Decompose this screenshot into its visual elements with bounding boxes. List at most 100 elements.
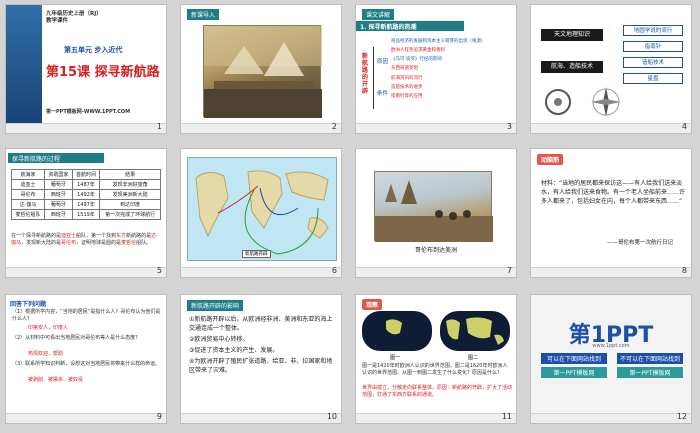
question-text: （1）根据所学内容，“当地的居民”是指什么人？哥伦布认为他们是什么人？ [12, 309, 161, 322]
table-cell: 西班牙 [44, 209, 73, 220]
table-header: 结果 [99, 169, 161, 180]
world-map-image [440, 311, 510, 351]
section-heading: 1. 探寻新航路的热潮 [356, 21, 464, 31]
answer-text: 世界由孤立、分散走向联系整体。原因：新航路的开辟，扩大了活动范围，打通了东西方联… [362, 385, 513, 398]
summary-text: 在一个探寻新航路的是迪亚士船队，第一个找到东方新航路的是达·伽马，发现新大陆的是… [11, 233, 158, 246]
vertical-label: 新航路的开辟 [362, 53, 369, 95]
knowledge-item: 地圆学说的流行 [623, 25, 683, 36]
slide-footer-bar [356, 123, 516, 133]
slide-footer-bar [531, 267, 691, 277]
table-cell: 达·伽马 [10, 199, 46, 210]
slide-number: 5 [156, 266, 162, 275]
table-cell: 发现美洲新大陆 [99, 189, 161, 200]
slide-decoration [6, 5, 42, 133]
slide-number: 1 [156, 122, 162, 131]
quote-text: 材料：“当地的居民都来探访这——有人给我们送来淡水，有人给我们送来食物。有一个老… [541, 180, 686, 205]
question-text: （2）从材料中可看出当地居民对哥伦布等人是什么态度？ [12, 335, 141, 341]
impact-item: ③促进了资本主义的产生、发展。 [189, 347, 279, 354]
slide-thumbnail[interactable]: 哥伦布到达美洲 7 [355, 148, 517, 278]
reason-item: 欧洲人狂热追求黄金和香料 [391, 48, 445, 53]
slide-thumbnail[interactable]: 动脑筋 材料：“当地的居民都来探访这——有人给我们送来淡水，有人给我们送来食物。… [530, 148, 692, 278]
table-cell: 西班牙 [44, 189, 73, 200]
bracket-label: 条件 [377, 91, 389, 97]
table-cell: 迪亚士 [10, 179, 46, 190]
map-label: 图二 [468, 355, 479, 361]
link-button[interactable]: 第一PPT模板网 [617, 367, 683, 378]
slide-thumbnail[interactable]: 九年级历史上册（RJ） 教学课件 第五单元 步入近代 第15课 探寻新航路 第一… [5, 4, 167, 134]
slide-title: 第15课 探寻新航路 [46, 65, 160, 80]
impact-item: ①新航路开辟以后，从欧洲经非洲、美洲和东亚的海上交通连成一个整体。 [189, 316, 333, 332]
slide-number: 12 [676, 412, 687, 421]
voyages-table: 航海家 资助国家 首航时间 结果 迪亚士 葡萄牙 1487年 发现非洲好望角 哥… [10, 169, 161, 220]
astrolabe-icon [545, 89, 571, 115]
header-line: 九年级历史上册（RJ） [46, 11, 102, 17]
table-cell: 哥伦布 [10, 189, 46, 200]
slide-thumbnail[interactable]: 课文讲解 1. 探寻新航路的热潮 新航路的开辟 原因 条件 商品经济的发展和资本… [355, 4, 517, 134]
compass-rose-icon [591, 87, 621, 117]
slide-thumbnail[interactable]: 第1PPT www.1ppt.com 可以在下面网站找到 不可以在下面网站找到 … [530, 294, 692, 424]
section-tag: 回答下列问题 [10, 301, 47, 308]
ship-scene-icon [204, 26, 322, 118]
link-button[interactable]: 可以在下面网站找到 [541, 353, 607, 364]
slide-thumbnail[interactable]: 回答下列问题 （1）根据所学内容，“当地的居民”是指什么人？哥伦布认为他们是什么… [5, 294, 167, 424]
condition-item: 指南针等的应用 [391, 94, 423, 99]
section-heading: 探寻新航路的过程 [8, 153, 104, 163]
slide-footer-bar [6, 123, 166, 133]
map-1420-icon [364, 313, 430, 349]
slide-thumbnail[interactable]: 新课导入 2 [180, 4, 342, 134]
table-cell: 1492年 [71, 189, 101, 200]
header-line: 教学课件 [46, 18, 69, 24]
section-tag: 课文讲解 [362, 9, 395, 20]
topic-box: 天文地理知识 [541, 29, 603, 41]
knowledge-item: 造船技术 [623, 57, 683, 68]
slide-footer-bar [531, 413, 691, 423]
slide-number: 9 [156, 412, 162, 421]
map-label: 图一 [390, 355, 401, 361]
table-header: 资助国家 [44, 169, 73, 180]
brand-url: www.1ppt.com [592, 343, 630, 349]
slide-footer-bar [6, 413, 166, 423]
world-map-image: 新航路开辟 [187, 157, 337, 261]
slide-number: 11 [501, 412, 512, 421]
impact-item: ④为欧洲开辟了殖民扩张道路，给亚、非、拉国家和地区带来了灾难。 [189, 358, 333, 374]
slide-number: 3 [506, 122, 512, 131]
slide-footer-bar [6, 267, 166, 277]
slide-footer-bar [181, 123, 341, 133]
slide-number: 7 [506, 266, 512, 275]
link-button[interactable]: 不可以在下面网站找到 [617, 353, 683, 364]
map-1620-icon [446, 317, 504, 345]
world-map-image [362, 311, 432, 351]
table-cell: 到达印度 [99, 199, 161, 210]
slide-number: 6 [331, 266, 337, 275]
answer-text: 印第安人，印度人 [28, 325, 69, 331]
impact-item: ②欧洲贸易中心转移。 [189, 336, 249, 343]
table-cell: 麦哲伦船队 [10, 209, 46, 220]
slide-thumbnail[interactable]: 新航路开辟 6 [180, 148, 342, 278]
reason-item: 商品经济的发展和资本主义萌芽的出现（根源） [391, 39, 486, 44]
slide-number: 2 [331, 122, 337, 131]
slide-thumbnail[interactable]: 天文地理知识 航海、造船技术 地圆学说的流行 指南针 造船技术 星盘 4 [530, 4, 692, 134]
table-header: 首航时间 [71, 169, 101, 180]
table-cell: 1487年 [71, 179, 101, 190]
table-cell: 1519年 [71, 209, 101, 220]
bracket-label: 原因 [377, 59, 389, 65]
question-text: （3）联系所学知识判断，设想这对当地居民将带来什么样的命运。 [12, 361, 161, 367]
link-button[interactable]: 第一PPT模板网 [541, 367, 607, 378]
slide-thumbnail[interactable]: 观察 图一 图二 图一是1420年时欧洲人认识的世界范围，图二是1620年时欧洲… [355, 294, 517, 424]
slide-footer-bar [531, 123, 691, 133]
table-cell: 1497年 [71, 199, 101, 210]
table-cell: 葡萄牙 [44, 179, 73, 190]
table-cell: 第一次完成了环球航行 [99, 209, 161, 220]
reason-item: 《马可·波罗》行纪的影响 [391, 57, 442, 62]
table-cell: 发现非洲好望角 [99, 179, 161, 190]
topic-box: 航海、造船技术 [541, 61, 603, 73]
slide-footer-bar [356, 413, 516, 423]
slide-footer-bar [181, 267, 341, 277]
answer-text: 被剥削、被屠杀、被奴役 [28, 377, 84, 383]
slide-thumbnail[interactable]: 探寻新航路的过程 航海家 资助国家 首航时间 结果 迪亚士 葡萄牙 1487年 … [5, 148, 167, 278]
section-tag: 新航路开辟的影响 [187, 300, 244, 311]
section-tag: 观察 [362, 299, 383, 310]
slide-thumbnail[interactable]: 新航路开辟的影响 ①新航路开辟以后，从欧洲经非洲、美洲和东亚的海上交通连成一个整… [180, 294, 342, 424]
painting-image [203, 25, 322, 118]
slide-number: 4 [681, 122, 687, 131]
